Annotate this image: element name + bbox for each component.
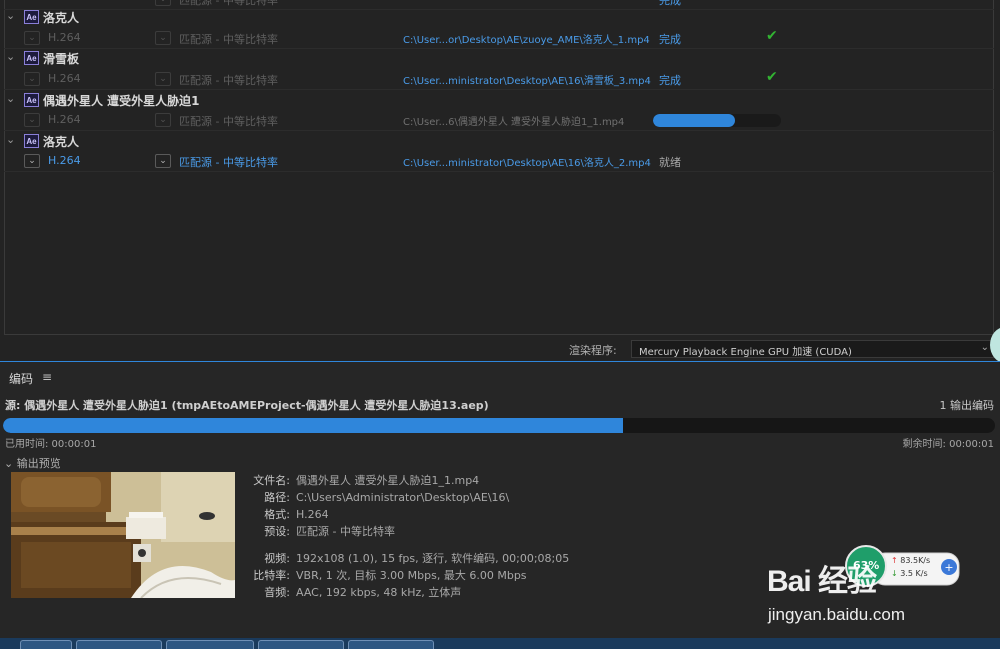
remaining-time: 剩余时间: 00:00:01 — [902, 439, 994, 450]
preset-dropdown-icon[interactable]: ⌄ — [155, 0, 171, 6]
queue-group-0[interactable]: ⌄ Ae 洛克人 — [4, 7, 994, 27]
queue-row-0[interactable]: ⌄ H.264 ⌄ 匹配源 - 中等比特率 C:\User...or\Deskt… — [4, 28, 994, 49]
render-queue-panel: ⌄ 匹配源 - 中等比特率 完成 ✔ ⌄ Ae 洛克人 ⌄ H.264 ⌄ 匹配… — [0, 0, 1000, 363]
collapse-chevron-icon[interactable]: ⌄ — [6, 50, 16, 63]
detail-preset: 预设: 匹配源 - 中等比特率 — [264, 525, 395, 538]
baidu-watermark: Bai 经验 — [767, 565, 877, 598]
collapse-chevron-icon: ⌄ — [4, 457, 14, 470]
queue-group-name: 偶遇外星人 遭受外星人胁迫1 — [43, 94, 200, 108]
renderer-label: 渲染程序: — [569, 344, 617, 357]
queue-row-3[interactable]: ⌄ H.264 ⌄ 匹配源 - 中等比特率 C:\User...ministra… — [4, 151, 994, 172]
detail-video: 视频: 192x108 (1.0), 15 fps, 逐行, 软件编码, 00;0… — [264, 552, 570, 565]
queue-group-1[interactable]: ⌄ Ae 滑雪板 — [4, 48, 994, 68]
taskbar-button[interactable] — [76, 640, 162, 649]
format-dropdown-icon: ⌄ — [24, 113, 40, 127]
queue-row-preset[interactable]: 匹配源 - 中等比特率 — [179, 72, 278, 88]
renderer-select-value: Mercury Playback Engine GPU 加速 (CUDA) — [639, 347, 852, 358]
detail-path: 路径: C:\Users\Administrator\Desktop\AE\16\ — [264, 491, 510, 504]
queue-row-preset[interactable]: 匹配源 - 中等比特率 — [179, 31, 278, 47]
queue-row-preset: 匹配源 - 中等比特率 — [179, 115, 278, 128]
collapse-chevron-icon[interactable]: ⌄ — [6, 133, 16, 146]
arrow-up-icon: ↑ — [891, 556, 898, 565]
encoding-progress-fill — [3, 418, 623, 433]
svg-text:+: + — [944, 561, 953, 574]
after-effects-icon: Ae — [24, 51, 39, 65]
queue-row-progress-fill — [653, 114, 735, 127]
output-preview-header[interactable]: ⌄ 输出预览 — [4, 455, 61, 471]
queue-group-name: 洛克人 — [43, 135, 80, 149]
output-count: 1 输出编码 — [939, 399, 995, 412]
queue-group-3[interactable]: ⌄ Ae 洛克人 — [4, 131, 994, 151]
preset-dropdown-icon[interactable]: ⌄ — [155, 154, 171, 168]
preset-dropdown-icon[interactable]: ⌄ — [155, 31, 171, 45]
detail-audio: 音频: AAC, 192 kbps, 48 kHz, 立体声 — [264, 586, 462, 599]
hamburger-icon[interactable]: ≡ — [42, 370, 52, 384]
output-preview-label: 输出预览 — [16, 457, 61, 470]
done-check-icon: ✔ — [766, 28, 778, 44]
taskbar-button[interactable] — [258, 640, 344, 649]
taskbar-button[interactable] — [348, 640, 434, 649]
queue-row-preset[interactable]: 匹配源 - 中等比特率 — [179, 154, 278, 170]
done-check-icon: ✔ — [766, 69, 778, 85]
queue-row-output-path: C:\User...6\偶遇外星人 遭受外星人胁迫1_1.mp4 — [403, 117, 625, 128]
download-speed: ↓ 3.5 K/s — [891, 569, 928, 578]
collapse-chevron-icon[interactable]: ⌄ — [6, 9, 16, 22]
queue-group-name: 滑雪板 — [43, 52, 80, 66]
after-effects-icon: Ae — [24, 134, 39, 148]
after-effects-icon: Ae — [24, 93, 39, 107]
done-check-icon: ✔ — [766, 0, 778, 5]
upload-speed: ↑ 83.5K/s — [891, 556, 931, 565]
detail-filename: 文件名: 偶遇外星人 遭受外星人胁迫1_1.mp4 — [253, 474, 480, 487]
queue-row-1[interactable]: ⌄ H.264 ⌄ 匹配源 - 中等比特率 C:\User...ministra… — [4, 69, 994, 90]
after-effects-icon: Ae — [24, 10, 39, 24]
taskbar-button[interactable] — [20, 640, 72, 649]
renderer-row: 渲染程序: Mercury Playback Engine GPU 加速 (CU… — [0, 338, 1000, 360]
detail-bitrate: 比特率: VBR, 1 次, 目标 3.00 Mbps, 最大 6.00 Mbps — [253, 569, 527, 582]
taskbar-button[interactable] — [166, 640, 254, 649]
queue-row-format: H.264 — [48, 113, 81, 126]
queue-row-progress-bar — [653, 114, 781, 127]
queue-row-output-path[interactable]: C:\User...or\Desktop\AE\zuoye_AME\洛克人_1.… — [403, 31, 650, 46]
windows-taskbar — [0, 638, 1000, 649]
output-preview-thumbnail — [11, 472, 235, 598]
panel-tab-encoding[interactable]: 编码 — [9, 370, 33, 387]
renderer-select[interactable]: Mercury Playback Engine GPU 加速 (CUDA) ⌄ — [631, 340, 994, 358]
queue-row-format[interactable]: H.264 — [48, 72, 81, 85]
detail-format: 格式: H.264 — [264, 508, 329, 521]
format-dropdown-icon[interactable]: ⌄ — [24, 154, 40, 168]
elapsed-time: 已用时间: 00:00:01 — [5, 439, 97, 450]
format-dropdown-icon[interactable]: ⌄ — [24, 31, 40, 45]
preset-dropdown-icon[interactable]: ⌄ — [155, 72, 171, 86]
encoding-source: 源: 偶遇外星人 遭受外星人胁迫1 (tmpAEtoAMEProject-偶遇外… — [5, 399, 489, 412]
queue-row-status: 完成 — [659, 33, 681, 46]
chevron-down-icon: ⌄ — [980, 342, 989, 353]
queue-row-output-path[interactable]: C:\User...ministrator\Desktop\AE\16\洛克人_… — [403, 154, 651, 169]
queue-group-name: 洛克人 — [43, 11, 80, 25]
encoding-progress-bar — [3, 418, 995, 433]
preview-frame-image — [11, 472, 235, 598]
baidu-watermark-url: jingyan.baidu.com — [768, 605, 906, 624]
arrow-down-icon: ↓ — [891, 569, 898, 578]
queue-row-status: 完成 — [659, 74, 681, 87]
collapse-chevron-icon[interactable]: ⌄ — [6, 92, 16, 105]
preset-dropdown-icon: ⌄ — [155, 113, 171, 127]
queue-row-status: 就绪 — [659, 156, 681, 169]
queue-row-format[interactable]: H.264 — [48, 31, 81, 44]
queue-group-2[interactable]: ⌄ Ae 偶遇外星人 遭受外星人胁迫1 — [4, 90, 994, 110]
format-dropdown-icon[interactable]: ⌄ — [24, 72, 40, 86]
queue-row-output-path[interactable]: C:\User...ministrator\Desktop\AE\16\滑雪板_… — [403, 72, 651, 87]
queue-row-format[interactable]: H.264 — [48, 154, 81, 167]
queue-row-2[interactable]: ⌄ H.264 ⌄ 匹配源 - 中等比特率 C:\User...6\偶遇外星人 … — [4, 110, 994, 131]
